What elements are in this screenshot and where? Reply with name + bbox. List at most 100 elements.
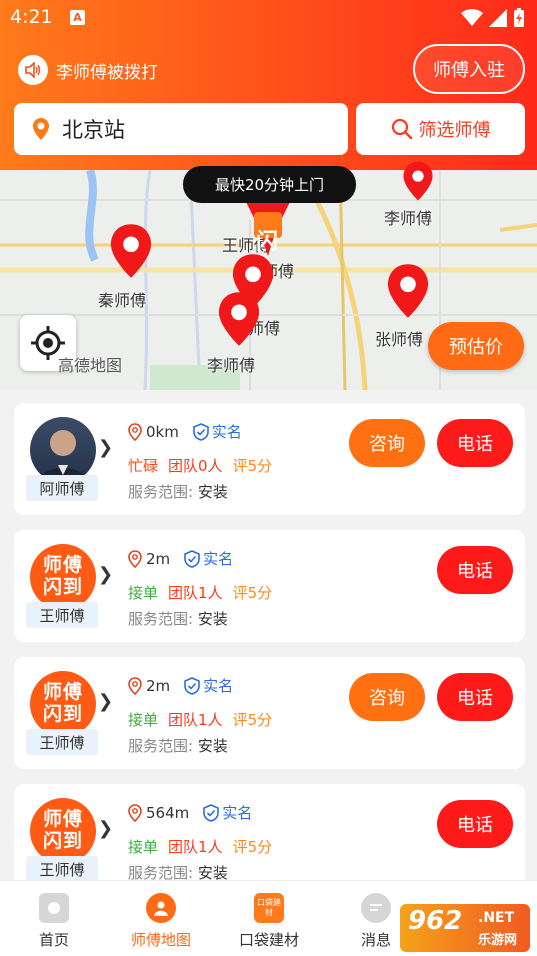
verified-label: 实名: [222, 804, 253, 822]
site-watermark-logo: 962 .NET 乐游网: [400, 904, 530, 952]
map-brand-logo: 高德地图: [58, 356, 123, 375]
verified-label: 实名: [203, 550, 234, 568]
location-selector[interactable]: 北京站: [14, 103, 348, 155]
logo-line: 闪到: [42, 703, 83, 725]
team-size: 团队0人: [168, 457, 223, 475]
map-worker-label: 秦师傅: [98, 291, 147, 310]
stats-row: 忙碌 团队0人 评5分: [128, 455, 272, 476]
status-bar: 4:21 A: [0, 0, 537, 36]
worker-name: 阿师傅: [26, 475, 98, 501]
join-button[interactable]: 师傅入驻: [413, 44, 525, 94]
materials-icon: 口袋建材: [254, 893, 284, 923]
logo-line: 师傅: [42, 554, 83, 576]
map-marker-icon[interactable]: [108, 222, 154, 280]
shield-check-icon: [203, 803, 220, 822]
verified-badge: 实名: [203, 802, 252, 823]
tab-label: 师傅地图: [130, 931, 191, 949]
tab-label: 首页: [38, 931, 69, 949]
service-scope-label: 服务范围:: [128, 610, 194, 628]
watermark-net: .NET: [478, 910, 515, 926]
tab-worker-map[interactable]: 师傅地图: [111, 881, 211, 956]
header: 4:21 A 李师傅被拨打 师傅入驻 北京站 筛选师傅: [0, 0, 537, 178]
service-scope: 服务范围: 安装: [128, 608, 228, 629]
estimate-price-button[interactable]: 预估价: [428, 322, 524, 370]
consult-button[interactable]: 咨询: [349, 419, 425, 467]
tab-home[interactable]: 首页: [4, 881, 104, 956]
stats-row: 接单 团队1人 评5分: [128, 836, 272, 857]
team-size: 团队1人: [168, 584, 223, 602]
call-button[interactable]: 电话: [437, 673, 513, 721]
filter-label: 筛选师傅: [418, 120, 491, 141]
chevron-right-icon[interactable]: ❯: [98, 437, 113, 458]
verified-label: 实名: [203, 677, 234, 695]
status-badge: 接单: [128, 711, 159, 729]
distance-value: 2m: [146, 549, 171, 568]
call-button[interactable]: 电话: [437, 546, 513, 594]
status-icons: [461, 8, 525, 28]
map-worker-label: 张师傅: [375, 330, 424, 349]
verified-badge: 实名: [193, 421, 242, 442]
call-button[interactable]: 电话: [437, 419, 513, 467]
location-text: 北京站: [62, 118, 125, 142]
speaker-icon: [18, 55, 48, 85]
rating: 评5分: [232, 711, 273, 729]
eta-tooltip: 最快20分钟上门: [183, 166, 356, 203]
team-size: 团队1人: [168, 711, 223, 729]
worker-card[interactable]: 师傅 闪到 王师傅 ❯ 2m 实名 接单 团队1人 评5分 服务范围: 安装 电…: [14, 530, 525, 642]
status-badge: 接单: [128, 838, 159, 856]
service-scope-label: 服务范围:: [128, 737, 194, 755]
location-pin-icon: [128, 549, 142, 568]
call-button[interactable]: 电话: [437, 800, 513, 848]
tab-label: 口袋建材: [238, 931, 299, 949]
service-scope-value: 安装: [197, 610, 228, 628]
logo-line: 闪到: [42, 830, 83, 852]
service-scope: 服务范围: 安装: [128, 735, 228, 756]
stats-row: 接单 团队1人 评5分: [128, 709, 272, 730]
service-scope-value: 安装: [197, 483, 228, 501]
brand-logo-avatar: 师傅 闪到: [30, 798, 96, 864]
worker-name: 王师傅: [26, 602, 98, 628]
worker-card[interactable]: 阿师傅 ❯ 0km 实名 忙碌 团队0人 评5分 服务范围: 安装 咨询 电话: [14, 403, 525, 515]
worker-name: 王师傅: [26, 856, 98, 882]
location-pin-icon: [128, 676, 142, 695]
person-photo-icon: [38, 430, 88, 483]
watermark-number: 962: [408, 906, 463, 936]
notice-text: 李师傅被拨打: [56, 62, 158, 83]
consult-button[interactable]: 咨询: [349, 673, 425, 721]
location-pin-icon: [128, 422, 142, 441]
rating: 评5分: [232, 584, 273, 602]
home-icon: [39, 893, 69, 923]
service-scope: 服务范围: 安装: [128, 481, 228, 502]
avatar: [30, 417, 96, 483]
map-worker-label: 李师傅: [207, 356, 256, 375]
status-badge: 接单: [128, 584, 159, 602]
chevron-right-icon[interactable]: ❯: [98, 818, 113, 839]
brand-logo-avatar: 师傅 闪到: [30, 544, 96, 610]
distance-row: 0km 实名: [128, 421, 242, 442]
verified-badge: 实名: [184, 675, 233, 696]
tab-materials[interactable]: 口袋建材 口袋建材: [219, 881, 319, 956]
logo-line: 师傅: [42, 681, 83, 703]
verified-label: 实名: [211, 423, 242, 441]
wifi-icon: [461, 9, 483, 26]
distance-row: 2m 实名: [128, 675, 233, 696]
location-pin-icon: [128, 803, 142, 822]
shield-check-icon: [193, 422, 209, 441]
brand-logo-avatar: 师傅 闪到: [30, 671, 96, 737]
map-worker-label: 李师傅: [384, 209, 433, 228]
map-worker-icon: [146, 893, 176, 923]
chevron-right-icon[interactable]: ❯: [98, 691, 113, 712]
worker-card[interactable]: 师傅 闪到 王师傅 ❯ 2m 实名 接单 团队1人 评5分 服务范围: 安装 咨…: [14, 657, 525, 769]
shield-check-icon: [184, 549, 200, 568]
stats-row: 接单 团队1人 评5分: [128, 582, 272, 603]
rating: 评5分: [232, 457, 273, 475]
map-marker-icon[interactable]: [385, 262, 431, 320]
service-scope-label: 服务范围:: [128, 483, 194, 501]
chevron-right-icon[interactable]: ❯: [98, 564, 113, 585]
location-pin-icon: [33, 118, 49, 140]
map-marker-icon[interactable]: [398, 160, 438, 202]
worker-name: 王师傅: [26, 729, 98, 755]
filter-button[interactable]: 筛选师傅: [356, 103, 525, 155]
map-marker-icon[interactable]: [216, 290, 262, 348]
shield-check-icon: [184, 676, 200, 695]
